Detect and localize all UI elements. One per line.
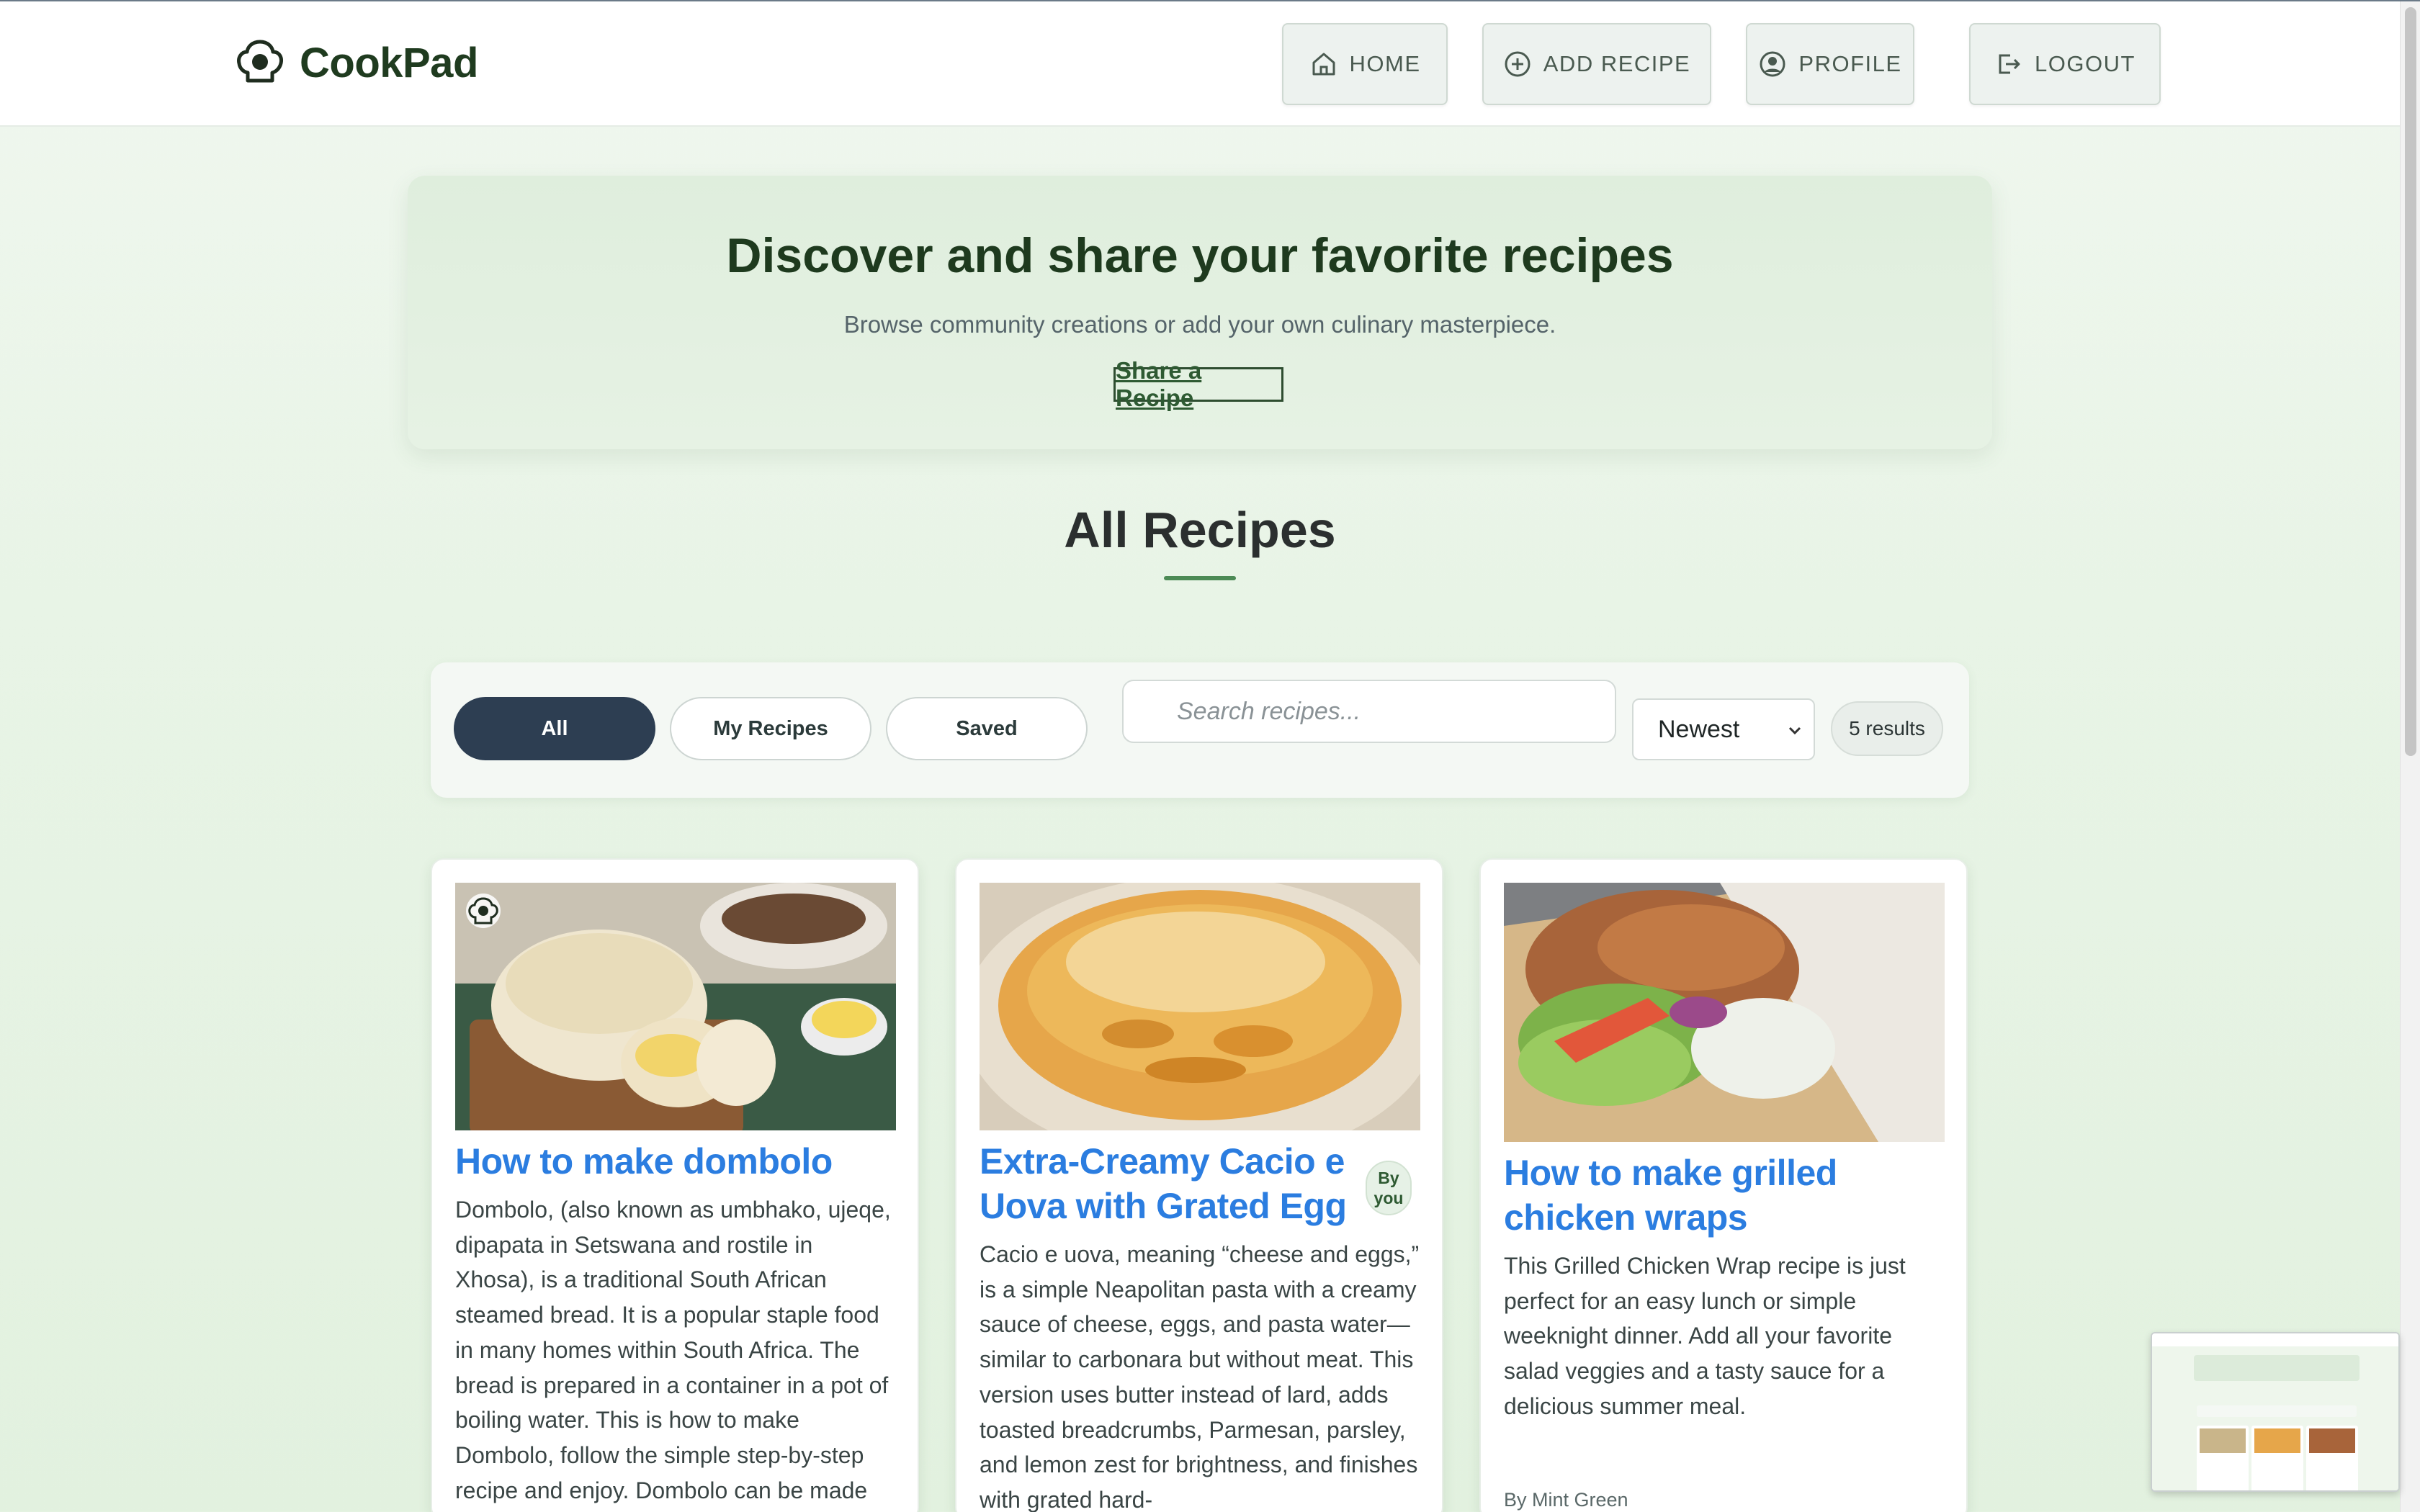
top-navbar: CookPad HOME ADD RECIPE PROFILE LOGOUT — [0, 1, 2400, 127]
search-input[interactable] — [1122, 680, 1616, 743]
plus-circle-icon — [1505, 51, 1531, 77]
recipe-image[interactable] — [980, 883, 1420, 1130]
user-circle-icon — [1760, 51, 1785, 77]
home-icon — [1312, 53, 1335, 76]
section-title-underline — [1164, 576, 1236, 580]
hero-title: Discover and share your favorite recipes — [726, 228, 1674, 283]
recipe-card[interactable]: Extra-Creamy Cacio e Uova with Grated Eg… — [955, 858, 1443, 1512]
recipe-card[interactable]: How to make grilled chicken wraps This G… — [1479, 858, 1968, 1512]
recipe-description: Dombolo, (also known as umbhako, ujeqe, … — [455, 1197, 891, 1503]
recipe-image[interactable] — [1504, 883, 1945, 1142]
nav-add-recipe-label: ADD RECIPE — [1543, 51, 1691, 76]
brand-logo[interactable]: CookPad — [235, 37, 478, 88]
sort-select-value: Newest — [1658, 715, 1740, 743]
nav-profile-button[interactable]: PROFILE — [1746, 23, 1914, 105]
chef-hat-icon — [465, 893, 501, 929]
recipe-image[interactable] — [455, 883, 896, 1130]
recipe-title[interactable]: Extra-Creamy Cacio e Uova with Grated Eg… — [980, 1139, 1361, 1228]
nav-logout-label: LOGOUT — [2035, 51, 2136, 76]
page-preview-thumbnail[interactable] — [2151, 1332, 2400, 1492]
page-scrollbar[interactable] — [2400, 1, 2420, 1512]
scrollbar-thumb[interactable] — [2405, 7, 2416, 756]
sort-select[interactable]: Newest — [1632, 698, 1815, 760]
nav-logout-button[interactable]: LOGOUT — [1969, 23, 2161, 105]
recipe-card[interactable]: How to make dombolo Dombolo, (also known… — [431, 858, 919, 1512]
recipe-description: This Grilled Chicken Wrap recipe is just… — [1504, 1253, 1906, 1419]
filter-tab-all[interactable]: All — [454, 697, 655, 760]
recipe-author: By Mint Green — [1504, 1489, 1628, 1511]
owner-badge: By you — [1366, 1161, 1412, 1215]
filter-tab-my-recipes[interactable]: My Recipes — [670, 697, 871, 760]
recipe-title[interactable]: How to make dombolo — [455, 1139, 897, 1184]
hero-subtitle: Browse community creations or add your o… — [843, 311, 1556, 338]
nav-home-label: HOME — [1349, 51, 1421, 76]
chevron-down-icon — [1788, 726, 1801, 735]
filter-tab-saved[interactable]: Saved — [886, 697, 1088, 760]
section-title: All Recipes — [1064, 502, 1336, 558]
recipe-title[interactable]: How to make grilled chicken wraps — [1504, 1151, 1907, 1240]
brand-name: CookPad — [300, 39, 478, 86]
result-count-badge: 5 results — [1831, 701, 1943, 756]
share-recipe-link[interactable]: Share a Recipe — [1113, 357, 1283, 411]
logout-icon — [1999, 54, 2020, 74]
recipe-description: Cacio e uova, meaning “cheese and eggs,”… — [980, 1241, 1420, 1512]
nav-profile-label: PROFILE — [1798, 51, 1902, 76]
nav-home-button[interactable]: HOME — [1282, 23, 1448, 105]
nav-add-recipe-button[interactable]: ADD RECIPE — [1482, 23, 1711, 105]
chef-hat-icon — [237, 40, 283, 83]
